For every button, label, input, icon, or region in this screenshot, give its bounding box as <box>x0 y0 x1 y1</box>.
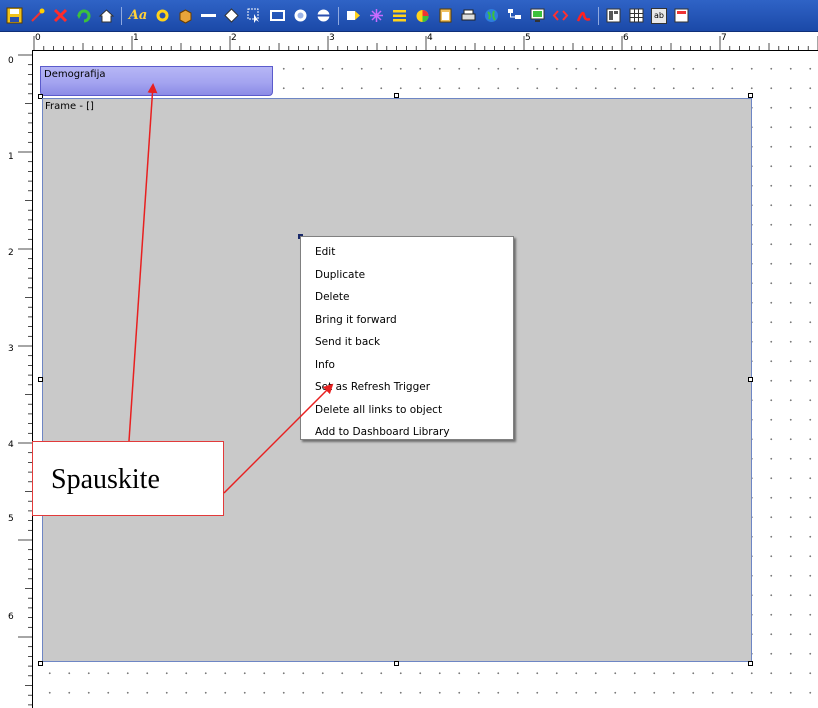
paste-icon[interactable] <box>437 7 454 24</box>
menu-item-set-refresh-trigger[interactable]: Set as Refresh Trigger <box>301 376 513 399</box>
save-icon[interactable] <box>6 7 23 24</box>
horizontal-ruler-ticks <box>33 36 818 50</box>
title-widget-label: Demografija <box>44 69 106 80</box>
resize-handle[interactable] <box>394 661 399 666</box>
ruler-top-label: 3 <box>329 33 335 43</box>
ruler-left-label: 2 <box>8 248 14 258</box>
frame-label: Frame - [] <box>45 101 94 112</box>
context-menu: Edit Duplicate Delete Bring it forward S… <box>300 236 514 440</box>
rectangle-icon[interactable] <box>269 7 286 24</box>
globe-icon[interactable] <box>483 7 500 24</box>
toolbar: Aa ab <box>0 0 818 32</box>
toolbar-separator <box>338 6 339 25</box>
cursor-icon[interactable] <box>246 7 263 24</box>
vertical-ruler-ticks <box>18 54 32 706</box>
ruler-left-label: 1 <box>8 152 14 162</box>
delete-icon[interactable] <box>52 7 69 24</box>
toolbar-separator <box>121 6 122 25</box>
menu-item-delete[interactable]: Delete <box>301 286 513 309</box>
menu-item-duplicate[interactable]: Duplicate <box>301 264 513 287</box>
ruler-top-label: 6 <box>623 33 629 43</box>
line-icon[interactable] <box>200 7 217 24</box>
resize-handle[interactable] <box>394 93 399 98</box>
resize-handle[interactable] <box>748 661 753 666</box>
menu-item-add-to-dashboard-library[interactable]: Add to Dashboard Library <box>301 421 513 444</box>
pdf-icon[interactable] <box>575 7 592 24</box>
ruler-left-label: 3 <box>8 344 14 354</box>
tag-icon[interactable] <box>345 7 362 24</box>
title-widget[interactable]: Demografija <box>40 66 273 96</box>
code-icon[interactable] <box>552 7 569 24</box>
table-icon[interactable] <box>628 7 645 24</box>
flower-icon[interactable] <box>154 7 171 24</box>
resize-handle[interactable] <box>748 93 753 98</box>
toolbar-separator <box>598 6 599 25</box>
list-icon[interactable] <box>391 7 408 24</box>
resize-handle[interactable] <box>38 661 43 666</box>
tree-icon[interactable] <box>506 7 523 24</box>
layout-icon[interactable] <box>605 7 622 24</box>
resize-handle[interactable] <box>748 377 753 382</box>
ruler-left-label: 4 <box>8 440 14 450</box>
ruler-top-label: 1 <box>133 33 139 43</box>
ruler-left-label: 5 <box>8 514 14 524</box>
menu-item-bring-forward[interactable]: Bring it forward <box>301 309 513 332</box>
ruler-top-label: 7 <box>721 33 727 43</box>
diamond-icon[interactable] <box>223 7 240 24</box>
monitor-icon[interactable] <box>529 7 546 24</box>
ruler-corner <box>0 32 32 50</box>
refresh-icon[interactable] <box>75 7 92 24</box>
annotation-text: Spauskite <box>51 464 160 495</box>
print-icon[interactable] <box>460 7 477 24</box>
pie-chart-icon[interactable] <box>414 7 431 24</box>
ruler-top-label: 2 <box>231 33 237 43</box>
menu-item-delete-all-links[interactable]: Delete all links to object <box>301 399 513 422</box>
ruler-left-label: 0 <box>8 56 14 66</box>
wand-icon[interactable] <box>29 7 46 24</box>
text-box-icon[interactable]: ab <box>651 7 667 24</box>
grid-icon[interactable] <box>673 7 690 24</box>
ruler-top-label: 5 <box>525 33 531 43</box>
home-icon[interactable] <box>98 7 115 24</box>
ellipse-icon[interactable] <box>315 7 332 24</box>
menu-item-send-back[interactable]: Send it back <box>301 331 513 354</box>
menu-item-edit[interactable]: Edit <box>301 241 513 264</box>
box-icon[interactable] <box>177 7 194 24</box>
resize-handle[interactable] <box>38 377 43 382</box>
ruler-top-label: 0 <box>35 33 41 43</box>
horizontal-ruler: 0 1 2 3 4 5 6 7 <box>32 32 818 51</box>
vertical-ruler: 0 1 2 3 4 5 6 <box>0 50 33 708</box>
network-icon[interactable] <box>368 7 385 24</box>
ruler-top-label: 4 <box>427 33 433 43</box>
circle-icon[interactable] <box>292 7 309 24</box>
menu-item-info[interactable]: Info <box>301 354 513 377</box>
ruler-left-label: 6 <box>8 612 14 622</box>
font-icon[interactable]: Aa <box>128 7 148 24</box>
annotation-callout: Spauskite <box>32 441 224 516</box>
